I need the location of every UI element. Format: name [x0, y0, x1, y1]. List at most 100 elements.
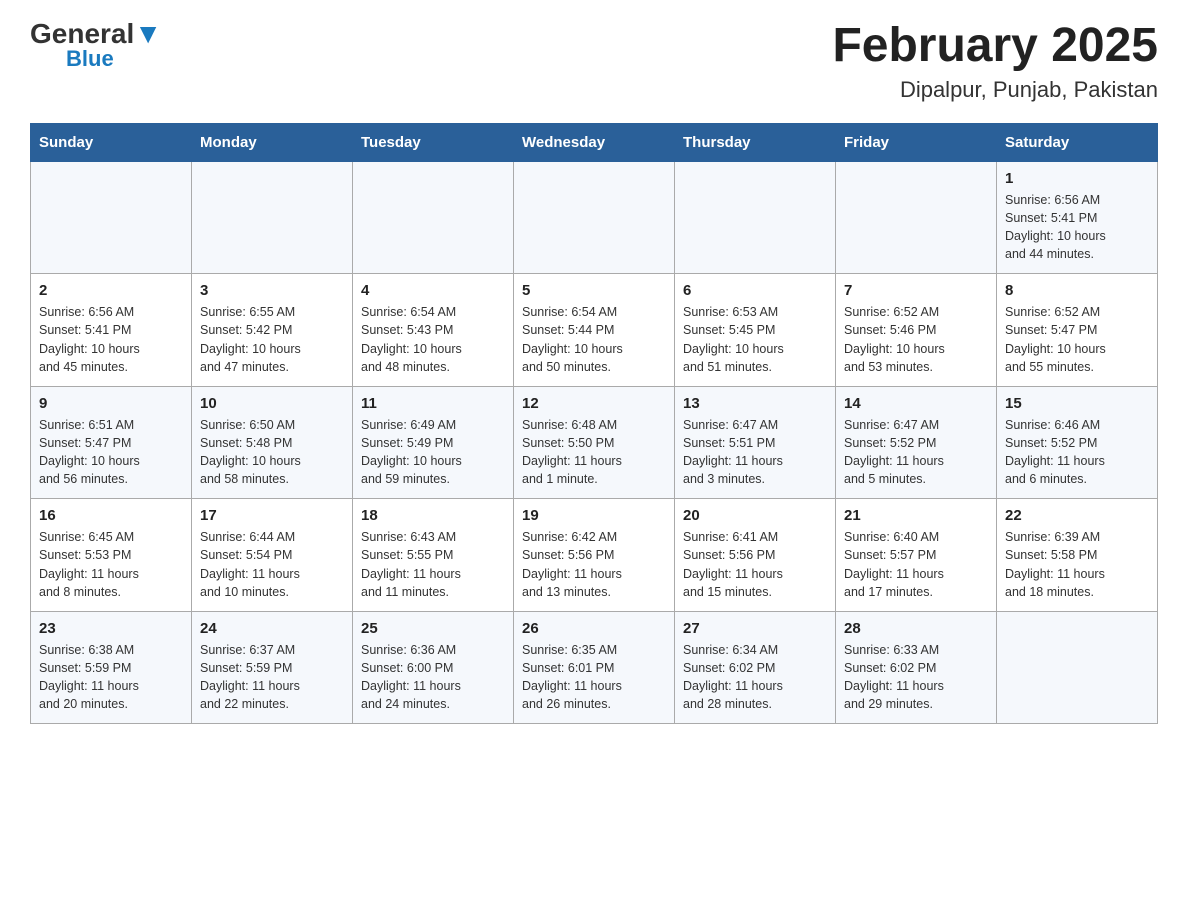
calendar-title: February 2025	[832, 20, 1158, 73]
day-number: 22	[1005, 507, 1149, 524]
day-number: 10	[200, 395, 344, 412]
day-header-saturday: Saturday	[997, 123, 1158, 161]
day-number: 2	[39, 282, 183, 299]
calendar-day-cell	[31, 161, 192, 274]
day-info: Sunrise: 6:51 AM Sunset: 5:47 PM Dayligh…	[39, 416, 183, 489]
day-info: Sunrise: 6:50 AM Sunset: 5:48 PM Dayligh…	[200, 416, 344, 489]
calendar-week-row: 16 Sunrise: 6:45 AM Sunset: 5:53 PM Dayli…	[31, 499, 1158, 612]
day-number: 17	[200, 507, 344, 524]
calendar-day-cell	[353, 161, 514, 274]
day-number: 20	[683, 507, 827, 524]
title-block: February 2025 Dipalpur, Punjab, Pakistan	[832, 20, 1158, 103]
calendar-day-cell: 8 Sunrise: 6:52 AM Sunset: 5:47 PM Daylig…	[997, 274, 1158, 387]
day-number: 15	[1005, 395, 1149, 412]
day-info: Sunrise: 6:48 AM Sunset: 5:50 PM Dayligh…	[522, 416, 666, 489]
day-number: 21	[844, 507, 988, 524]
day-number: 3	[200, 282, 344, 299]
calendar-day-cell: 3 Sunrise: 6:55 AM Sunset: 5:42 PM Daylig…	[192, 274, 353, 387]
calendar-day-cell: 10 Sunrise: 6:50 AM Sunset: 5:48 PM Dayli…	[192, 386, 353, 499]
calendar-day-cell: 14Sunrise: 6:47 AM Sunset: 5:52 PM Dayli…	[836, 386, 997, 499]
day-number: 13	[683, 395, 827, 412]
day-number: 19	[522, 507, 666, 524]
calendar-day-cell	[997, 611, 1158, 724]
day-number: 9	[39, 395, 183, 412]
day-info: Sunrise: 6:33 AM Sunset: 6:02 PM Dayligh…	[844, 641, 988, 714]
day-number: 27	[683, 620, 827, 637]
calendar-day-cell: 26Sunrise: 6:35 AM Sunset: 6:01 PM Dayli…	[514, 611, 675, 724]
calendar-week-row: 2 Sunrise: 6:56 AM Sunset: 5:41 PM Daylig…	[31, 274, 1158, 387]
day-header-friday: Friday	[836, 123, 997, 161]
calendar-day-cell: 18Sunrise: 6:43 AM Sunset: 5:55 PM Dayli…	[353, 499, 514, 612]
calendar-table: SundayMondayTuesdayWednesdayThursdayFrid…	[30, 123, 1158, 725]
calendar-day-cell	[192, 161, 353, 274]
calendar-day-cell: 24 Sunrise: 6:37 AM Sunset: 5:59 PM Dayli…	[192, 611, 353, 724]
calendar-day-cell: 4 Sunrise: 6:54 AM Sunset: 5:43 PM Daylig…	[353, 274, 514, 387]
day-info: Sunrise: 6:52 AM Sunset: 5:46 PM Dayligh…	[844, 303, 988, 376]
calendar-day-cell: 20Sunrise: 6:41 AM Sunset: 5:56 PM Dayli…	[675, 499, 836, 612]
calendar-day-cell: 2 Sunrise: 6:56 AM Sunset: 5:41 PM Daylig…	[31, 274, 192, 387]
day-info: Sunrise: 6:35 AM Sunset: 6:01 PM Dayligh…	[522, 641, 666, 714]
logo-blue-text: Blue	[66, 46, 114, 72]
day-info: Sunrise: 6:53 AM Sunset: 5:45 PM Dayligh…	[683, 303, 827, 376]
calendar-week-row: 1 Sunrise: 6:56 AM Sunset: 5:41 PM Daylig…	[31, 161, 1158, 274]
day-number: 5	[522, 282, 666, 299]
day-info: Sunrise: 6:43 AM Sunset: 5:55 PM Dayligh…	[361, 528, 505, 601]
calendar-day-cell: 28 Sunrise: 6:33 AM Sunset: 6:02 PM Dayli…	[836, 611, 997, 724]
day-number: 8	[1005, 282, 1149, 299]
day-info: Sunrise: 6:47 AM Sunset: 5:51 PM Dayligh…	[683, 416, 827, 489]
day-info: Sunrise: 6:49 AM Sunset: 5:49 PM Dayligh…	[361, 416, 505, 489]
day-number: 24	[200, 620, 344, 637]
day-info: Sunrise: 6:37 AM Sunset: 5:59 PM Dayligh…	[200, 641, 344, 714]
calendar-day-cell: 5 Sunrise: 6:54 AM Sunset: 5:44 PM Daylig…	[514, 274, 675, 387]
calendar-header-row: SundayMondayTuesdayWednesdayThursdayFrid…	[31, 123, 1158, 161]
day-number: 25	[361, 620, 505, 637]
day-number: 16	[39, 507, 183, 524]
day-number: 1	[1005, 170, 1149, 187]
day-header-wednesday: Wednesday	[514, 123, 675, 161]
calendar-day-cell: 27 Sunrise: 6:34 AM Sunset: 6:02 PM Dayli…	[675, 611, 836, 724]
day-info: Sunrise: 6:56 AM Sunset: 5:41 PM Dayligh…	[39, 303, 183, 376]
calendar-day-cell: 13 Sunrise: 6:47 AM Sunset: 5:51 PM Dayli…	[675, 386, 836, 499]
calendar-subtitle: Dipalpur, Punjab, Pakistan	[832, 77, 1158, 103]
calendar-day-cell	[675, 161, 836, 274]
day-number: 12	[522, 395, 666, 412]
day-info: Sunrise: 6:44 AM Sunset: 5:54 PM Dayligh…	[200, 528, 344, 601]
day-info: Sunrise: 6:42 AM Sunset: 5:56 PM Dayligh…	[522, 528, 666, 601]
logo-text: General▼	[30, 20, 162, 48]
calendar-day-cell: 12 Sunrise: 6:48 AM Sunset: 5:50 PM Dayli…	[514, 386, 675, 499]
day-header-monday: Monday	[192, 123, 353, 161]
day-header-sunday: Sunday	[31, 123, 192, 161]
day-number: 28	[844, 620, 988, 637]
logo-triangle-icon: ▼	[134, 18, 162, 49]
calendar-day-cell: 21 Sunrise: 6:40 AM Sunset: 5:57 PM Dayli…	[836, 499, 997, 612]
day-info: Sunrise: 6:38 AM Sunset: 5:59 PM Dayligh…	[39, 641, 183, 714]
calendar-day-cell: 23Sunrise: 6:38 AM Sunset: 5:59 PM Dayli…	[31, 611, 192, 724]
day-info: Sunrise: 6:54 AM Sunset: 5:44 PM Dayligh…	[522, 303, 666, 376]
day-info: Sunrise: 6:36 AM Sunset: 6:00 PM Dayligh…	[361, 641, 505, 714]
day-info: Sunrise: 6:45 AM Sunset: 5:53 PM Dayligh…	[39, 528, 183, 601]
calendar-day-cell	[514, 161, 675, 274]
calendar-day-cell: 19 Sunrise: 6:42 AM Sunset: 5:56 PM Dayli…	[514, 499, 675, 612]
calendar-day-cell: 17 Sunrise: 6:44 AM Sunset: 5:54 PM Dayli…	[192, 499, 353, 612]
calendar-week-row: 9 Sunrise: 6:51 AM Sunset: 5:47 PM Daylig…	[31, 386, 1158, 499]
day-header-tuesday: Tuesday	[353, 123, 514, 161]
day-info: Sunrise: 6:54 AM Sunset: 5:43 PM Dayligh…	[361, 303, 505, 376]
calendar-day-cell: 1 Sunrise: 6:56 AM Sunset: 5:41 PM Daylig…	[997, 161, 1158, 274]
calendar-day-cell: 7 Sunrise: 6:52 AM Sunset: 5:46 PM Daylig…	[836, 274, 997, 387]
page-header: General▼ Blue February 2025 Dipalpur, Pu…	[30, 20, 1158, 103]
day-number: 7	[844, 282, 988, 299]
day-header-thursday: Thursday	[675, 123, 836, 161]
calendar-day-cell: 15 Sunrise: 6:46 AM Sunset: 5:52 PM Dayli…	[997, 386, 1158, 499]
calendar-day-cell	[836, 161, 997, 274]
day-info: Sunrise: 6:56 AM Sunset: 5:41 PM Dayligh…	[1005, 191, 1149, 264]
day-info: Sunrise: 6:52 AM Sunset: 5:47 PM Dayligh…	[1005, 303, 1149, 376]
day-info: Sunrise: 6:46 AM Sunset: 5:52 PM Dayligh…	[1005, 416, 1149, 489]
day-info: Sunrise: 6:55 AM Sunset: 5:42 PM Dayligh…	[200, 303, 344, 376]
day-number: 14	[844, 395, 988, 412]
day-info: Sunrise: 6:40 AM Sunset: 5:57 PM Dayligh…	[844, 528, 988, 601]
calendar-day-cell: 22Sunrise: 6:39 AM Sunset: 5:58 PM Dayli…	[997, 499, 1158, 612]
calendar-day-cell: 16 Sunrise: 6:45 AM Sunset: 5:53 PM Dayli…	[31, 499, 192, 612]
day-info: Sunrise: 6:34 AM Sunset: 6:02 PM Dayligh…	[683, 641, 827, 714]
day-number: 4	[361, 282, 505, 299]
calendar-day-cell: 9 Sunrise: 6:51 AM Sunset: 5:47 PM Daylig…	[31, 386, 192, 499]
